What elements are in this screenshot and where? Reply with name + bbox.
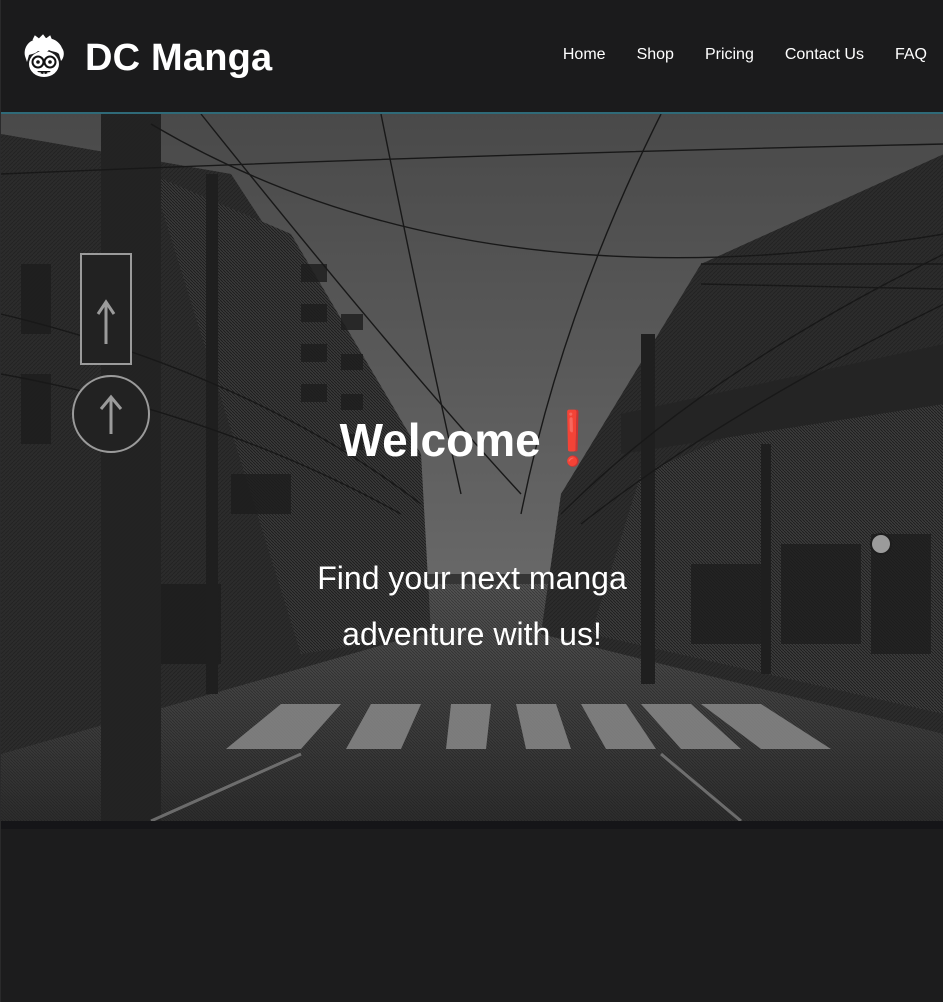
nav-link-contact-us[interactable]: Contact Us <box>785 44 864 66</box>
hero-title: Welcome❗ <box>1 410 943 469</box>
nav-link-faq[interactable]: FAQ <box>895 44 927 66</box>
nav-link-pricing[interactable]: Pricing <box>705 44 754 66</box>
nav-link-shop[interactable]: Shop <box>637 44 674 66</box>
page: DC Manga Home Shop Pricing Contact Us FA… <box>0 0 943 1002</box>
site-header: DC Manga Home Shop Pricing Contact Us FA… <box>1 0 943 114</box>
chibi-face-icon <box>24 34 64 77</box>
hero-title-text: Welcome <box>339 414 541 466</box>
brand-name: DC Manga <box>85 37 273 79</box>
exclamation-icon: ❗ <box>540 410 606 468</box>
main-nav: Home Shop Pricing Contact Us FAQ <box>563 44 927 66</box>
hero-subtitle: Find your next manga adventure with us! <box>317 560 627 652</box>
brand[interactable]: DC Manga <box>19 30 272 86</box>
nav-link-home[interactable]: Home <box>563 44 606 66</box>
hero-section: Welcome❗ Find your next manga adventure … <box>1 114 943 821</box>
section-divider <box>1 821 943 829</box>
